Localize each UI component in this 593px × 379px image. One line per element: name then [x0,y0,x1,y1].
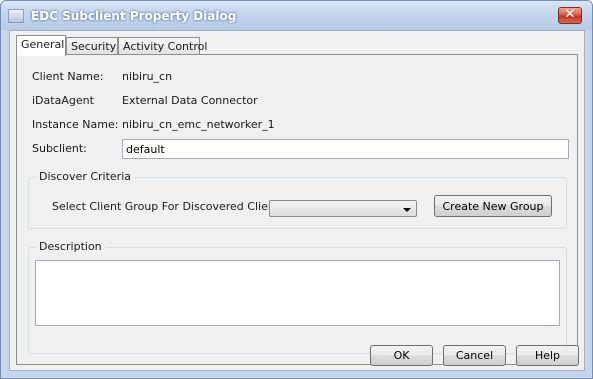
title-bar[interactable]: EDC Subclient Property Dialog ✕ [1,1,592,30]
description-legend: Description [36,240,105,253]
help-button[interactable]: Help [516,345,579,366]
close-button[interactable]: ✕ [558,7,582,24]
dialog-window: EDC Subclient Property Dialog ✕ General … [0,0,593,379]
tab-general[interactable]: General [16,35,66,56]
window-title: EDC Subclient Property Dialog [31,9,237,23]
client-name-label: Client Name: [32,70,104,83]
client-group-dropdown[interactable] [269,200,417,217]
subclient-input[interactable] [122,139,569,159]
client-name-value: nibiru_cn [122,70,173,83]
dialog-body: General Security Activity Control Client… [9,30,585,371]
tab-security[interactable]: Security [66,37,118,55]
ok-button[interactable]: OK [370,345,433,366]
idataagent-value: External Data Connector [122,94,258,107]
help-button-label: Help [534,349,561,362]
idataagent-label: iDataAgent [32,94,94,107]
tab-activity-control[interactable]: Activity Control [118,37,207,55]
instance-name-value: nibiru_cn_emc_networker_1 [122,118,275,131]
tab-activity-control-label: Activity Control [123,40,208,53]
description-textarea[interactable] [35,260,560,326]
tab-general-label: General [21,38,65,51]
instance-name-label: Instance Name: [32,118,119,131]
cancel-button[interactable]: Cancel [443,345,506,366]
subclient-label: Subclient: [32,142,87,155]
create-new-group-button-label: Create New Group [442,199,544,213]
ok-button-label: OK [393,349,410,362]
app-icon [8,9,24,23]
cancel-button-label: Cancel [455,349,494,362]
general-tab-panel: Client Name: nibiru_cn iDataAgent Extern… [16,54,578,365]
chevron-down-icon [403,208,411,212]
discover-criteria-legend: Discover Criteria [36,170,134,183]
create-new-group-button[interactable]: Create New Group [434,195,552,217]
client-group-label: Select Client Group For Discovered Clien… [52,200,285,213]
tab-security-label: Security [71,40,117,53]
close-icon: ✕ [564,7,576,22]
